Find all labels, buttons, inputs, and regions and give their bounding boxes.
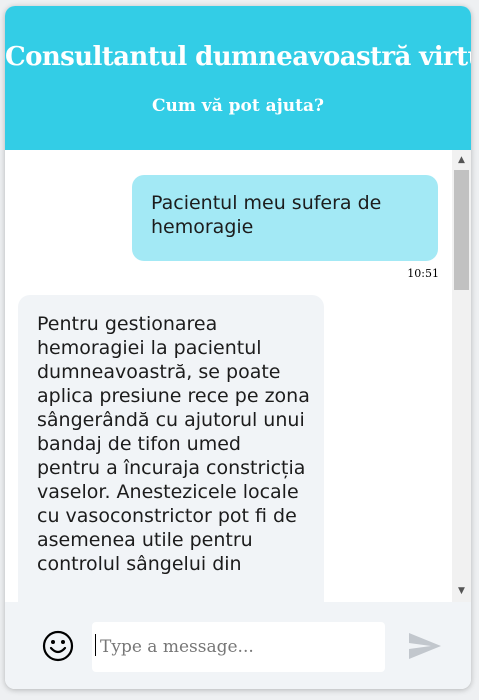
paper-plane-send-icon (409, 633, 441, 659)
bot-message-bubble: Pentru gestionarea hemoragiei la pacient… (18, 295, 324, 602)
message-timestamp: 10:51 (407, 267, 439, 280)
scrollbar-thumb[interactable] (454, 170, 469, 290)
send-button[interactable] (407, 631, 443, 661)
chat-title: Consultantul dumneavoastră virtual (5, 42, 471, 72)
message-input[interactable] (92, 622, 385, 672)
message-list[interactable]: Pacientul meu sufera de hemoragie 10:51 … (5, 150, 452, 602)
chat-subtitle: Cum vă pot ajuta? (152, 96, 324, 116)
message-scrollbar[interactable]: ▲ ▼ (452, 150, 471, 602)
scroll-up-arrow-icon[interactable]: ▲ (452, 152, 471, 169)
message-input-bar (5, 602, 471, 689)
user-message-bubble: Pacientul meu sufera de hemoragie (132, 175, 438, 261)
chat-header: Consultantul dumneavoastră virtual Cum v… (5, 6, 471, 150)
scroll-down-arrow-icon[interactable]: ▼ (452, 583, 471, 600)
smiley-face-icon (42, 630, 74, 662)
emoji-button[interactable] (41, 629, 75, 663)
text-cursor (95, 634, 96, 656)
chat-widget: Consultantul dumneavoastră virtual Cum v… (5, 6, 471, 689)
